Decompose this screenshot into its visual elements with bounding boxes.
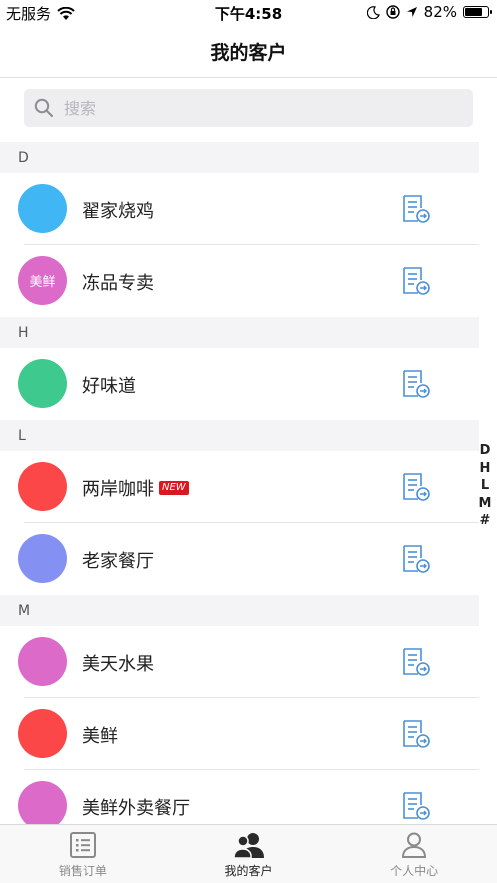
order-document-icon[interactable]	[401, 472, 431, 502]
avatar	[18, 359, 67, 408]
rotation-lock-icon	[385, 5, 400, 19]
avatar	[18, 534, 67, 583]
order-document-icon[interactable]	[401, 369, 431, 399]
tab-label: 个人中心	[390, 864, 439, 878]
tab-personal-center[interactable]: 个人中心	[331, 825, 497, 883]
index-letter[interactable]: #	[480, 512, 491, 530]
order-document-icon[interactable]	[401, 194, 431, 224]
search-input[interactable]	[64, 98, 444, 118]
avatar: 美鲜	[18, 256, 67, 305]
avatar	[18, 709, 67, 758]
tab-my-customers[interactable]: 我的客户	[166, 825, 332, 883]
person-icon	[402, 832, 427, 858]
order-document-icon[interactable]	[401, 719, 431, 749]
customer-name: 美鲜外卖餐厅	[82, 798, 190, 819]
customer-name-wrap: 翟家烧鸡	[82, 197, 154, 223]
customer-name: 翟家烧鸡	[82, 201, 154, 222]
order-document-icon[interactable]	[401, 266, 431, 296]
index-letter[interactable]: H	[480, 460, 491, 478]
tab-sales-orders[interactable]: 销售订单	[0, 825, 166, 883]
index-letter[interactable]: D	[480, 442, 491, 460]
moon-icon	[366, 5, 380, 19]
avatar	[18, 781, 67, 830]
battery-percent: 82%	[423, 3, 457, 21]
section-header: L	[0, 420, 479, 451]
avatar	[18, 184, 67, 233]
customer-name-wrap: 老家餐厅	[82, 547, 154, 573]
battery-icon	[463, 6, 492, 18]
alphabet-index[interactable]: D H L M #	[477, 442, 493, 530]
search-icon	[34, 98, 54, 118]
list-icon	[69, 832, 96, 858]
customer-name: 美鲜	[82, 726, 118, 747]
customer-name-wrap: 冻品专卖	[82, 269, 154, 295]
location-icon	[406, 7, 417, 17]
avatar	[18, 462, 67, 511]
customer-name: 美天水果	[82, 654, 154, 675]
customers-icon	[232, 833, 264, 859]
tab-label: 销售订单	[58, 864, 107, 878]
customer-name-wrap: 美鲜	[82, 722, 118, 748]
customer-row[interactable]: 美鲜	[0, 698, 479, 770]
customer-name-wrap: 美鲜外卖餐厅	[82, 794, 190, 820]
status-bar: 无服务 下午4:58 82%	[0, 0, 497, 26]
section-header: H	[0, 317, 479, 348]
section-header: D	[0, 142, 479, 173]
nav-bar: 我的客户	[0, 26, 497, 78]
order-document-icon[interactable]	[401, 647, 431, 677]
section-header: M	[0, 595, 479, 626]
customer-row[interactable]: 两岸咖啡 NEW	[0, 451, 479, 523]
customer-row[interactable]: 美天水果	[0, 626, 479, 698]
page-title: 我的客户	[210, 42, 287, 64]
customer-name-wrap: 好味道	[82, 372, 136, 398]
customer-name: 老家餐厅	[82, 551, 154, 572]
tab-label: 我的客户	[224, 864, 273, 878]
status-right: 82%	[366, 3, 492, 21]
customer-row[interactable]: 翟家烧鸡	[0, 173, 479, 245]
customer-name: 冻品专卖	[82, 273, 154, 294]
customer-name-wrap: 美天水果	[82, 650, 154, 676]
order-document-icon[interactable]	[401, 544, 431, 574]
customer-row[interactable]: 老家餐厅	[0, 523, 479, 595]
index-letter[interactable]: L	[481, 477, 489, 495]
tab-bar: 销售订单 我的客户 个人中心	[0, 824, 497, 883]
search-area	[0, 78, 497, 142]
customer-name-wrap: 两岸咖啡 NEW	[82, 475, 189, 501]
order-document-icon[interactable]	[401, 791, 431, 821]
index-letter[interactable]: M	[479, 495, 492, 513]
customer-row[interactable]: 好味道	[0, 348, 479, 420]
new-badge: NEW	[159, 481, 189, 495]
customer-row[interactable]: 美鲜 冻品专卖	[0, 245, 479, 317]
customer-name: 好味道	[82, 376, 136, 397]
customer-name: 两岸咖啡	[82, 479, 154, 500]
customer-list: D 翟家烧鸡 美鲜 冻品专卖 H 好味道 L 两岸咖啡 NEW 老家餐厅 M 美天水果 美鲜 美鲜外卖餐厅	[0, 142, 479, 842]
search-box[interactable]	[24, 89, 473, 127]
avatar	[18, 637, 67, 686]
